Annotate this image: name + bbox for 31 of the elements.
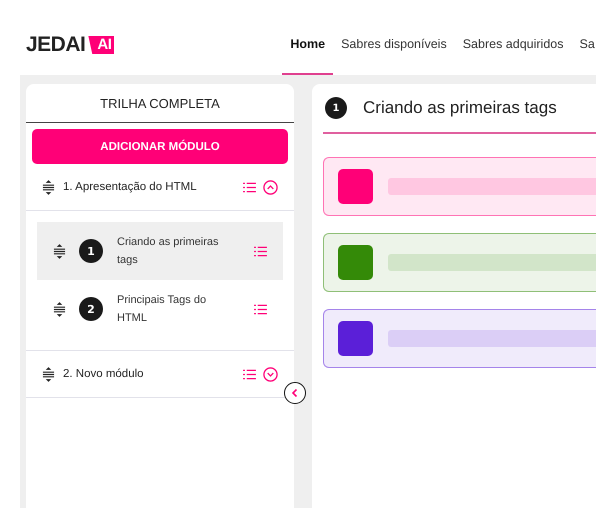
lesson-number: 1 xyxy=(325,97,347,119)
content-block[interactable] xyxy=(323,309,596,368)
list-icon[interactable] xyxy=(243,182,256,192)
lesson-item[interactable]: 2 Principais Tags do HTML xyxy=(37,280,283,338)
drag-handle-icon[interactable] xyxy=(42,366,55,382)
list-icon[interactable] xyxy=(243,368,256,380)
content-block[interactable] xyxy=(323,157,596,216)
add-module-button[interactable]: ADICIONAR MÓDULO xyxy=(32,129,288,164)
sidebar-title: TRILHA COMPLETA xyxy=(26,84,294,123)
lesson-number: 2 xyxy=(79,297,103,321)
nav-tab[interactable]: Sa xyxy=(571,0,596,75)
nav-tab[interactable]: Sabres disponíveis xyxy=(333,0,455,75)
lesson-title: Criando as primeiras tags xyxy=(117,235,220,268)
content-block[interactable] xyxy=(323,233,596,292)
lesson-title: Principais Tags do HTML xyxy=(117,293,208,326)
module-title[interactable]: 1. Apresentação do HTML xyxy=(63,181,243,193)
chevron-icon[interactable] xyxy=(263,366,278,382)
lesson-item[interactable]: 1 Criando as primeiras tags xyxy=(37,222,283,280)
list-icon[interactable] xyxy=(254,246,267,256)
module-title[interactable]: 2. Novo módulo xyxy=(63,368,243,380)
list-icon[interactable] xyxy=(254,304,267,314)
chevron-left-icon xyxy=(290,388,300,398)
lesson-heading: Criando as primeiras tags xyxy=(363,98,557,118)
collapse-button[interactable] xyxy=(284,382,306,404)
lesson-number: 1 xyxy=(79,239,103,263)
chevron-icon[interactable] xyxy=(263,180,278,194)
nav-tab[interactable]: Sabres adquiridos xyxy=(454,0,572,75)
logo[interactable]: JEDAI AI xyxy=(26,34,114,56)
drag-handle-icon[interactable] xyxy=(42,180,55,194)
drag-handle-icon[interactable] xyxy=(53,244,66,258)
drag-handle-icon[interactable] xyxy=(53,302,66,316)
